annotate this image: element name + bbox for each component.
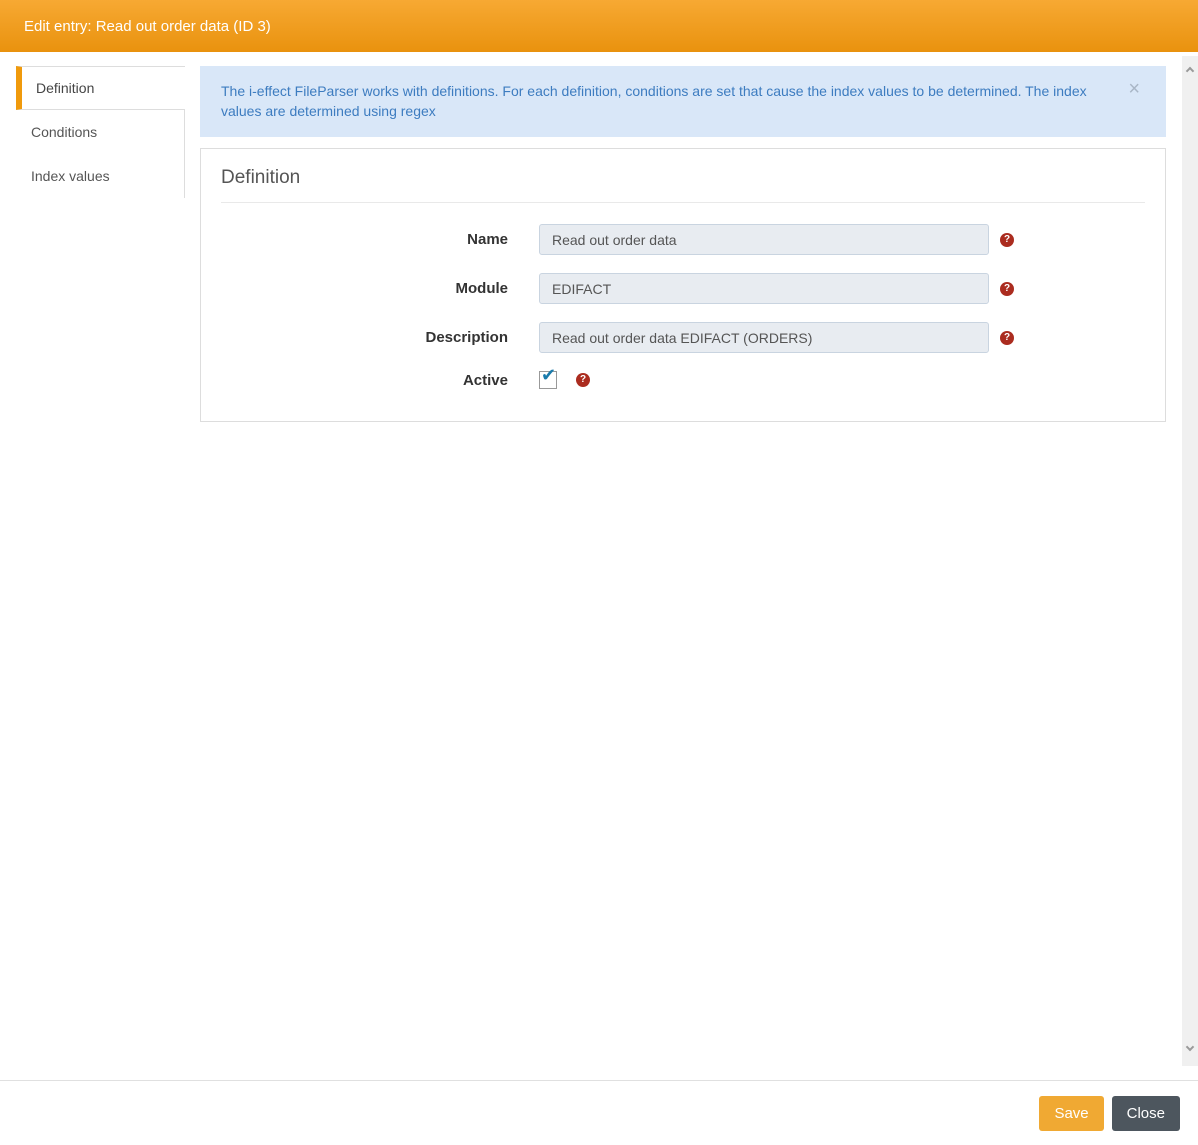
scroll-down-button[interactable]: [1182, 1042, 1198, 1062]
close-button[interactable]: Close: [1111, 1096, 1180, 1131]
chevron-down-icon: [1185, 1042, 1195, 1052]
name-input[interactable]: [539, 224, 989, 255]
tab-definition[interactable]: Definition: [16, 66, 185, 110]
active-row: Active ✔ ?: [221, 365, 1145, 389]
main-content: The i-effect FileParser works with defin…: [200, 52, 1166, 422]
module-input[interactable]: [539, 273, 989, 304]
name-label: Name: [467, 231, 508, 248]
save-button[interactable]: Save: [1039, 1096, 1104, 1131]
description-row: Description ?: [221, 322, 1145, 353]
scroll-up-button[interactable]: [1182, 64, 1198, 82]
info-alert-text: The i-effect FileParser works with defin…: [221, 83, 1087, 119]
active-checkbox[interactable]: ✔: [539, 365, 557, 389]
module-label: Module: [455, 280, 509, 297]
info-alert: The i-effect FileParser works with defin…: [200, 66, 1166, 137]
dialog-body: Definition Conditions Index values The i…: [0, 52, 1198, 1080]
help-icon[interactable]: ?: [1000, 281, 1014, 296]
name-row: Name ?: [221, 224, 1145, 255]
description-label: Description: [425, 329, 508, 346]
active-label: Active: [462, 371, 508, 389]
description-input[interactable]: [539, 322, 989, 353]
help-icon[interactable]: ?: [576, 373, 590, 387]
definition-panel: Definition Name ? Module ? Description ?…: [200, 148, 1166, 422]
window-title: Edit entry: Read out order data (ID 3): [24, 17, 271, 35]
panel-divider: [221, 202, 1145, 203]
dialog-footer: Save Close: [0, 1080, 1198, 1145]
help-icon[interactable]: ?: [1000, 232, 1014, 247]
sidebar-tab-list: Definition Conditions Index values: [16, 66, 185, 198]
vertical-scrollbar[interactable]: [1182, 56, 1198, 1066]
help-icon[interactable]: ?: [1000, 330, 1014, 345]
window-titlebar: Edit entry: Read out order data (ID 3): [0, 0, 1198, 52]
panel-title: Definition: [221, 167, 301, 188]
tab-index-values[interactable]: Index values: [16, 154, 185, 198]
chevron-up-icon: [1185, 66, 1195, 76]
tab-conditions[interactable]: Conditions: [16, 110, 185, 154]
module-row: Module ?: [221, 273, 1145, 304]
check-icon: ✔: [541, 365, 557, 386]
close-icon[interactable]: ×: [1128, 79, 1140, 99]
